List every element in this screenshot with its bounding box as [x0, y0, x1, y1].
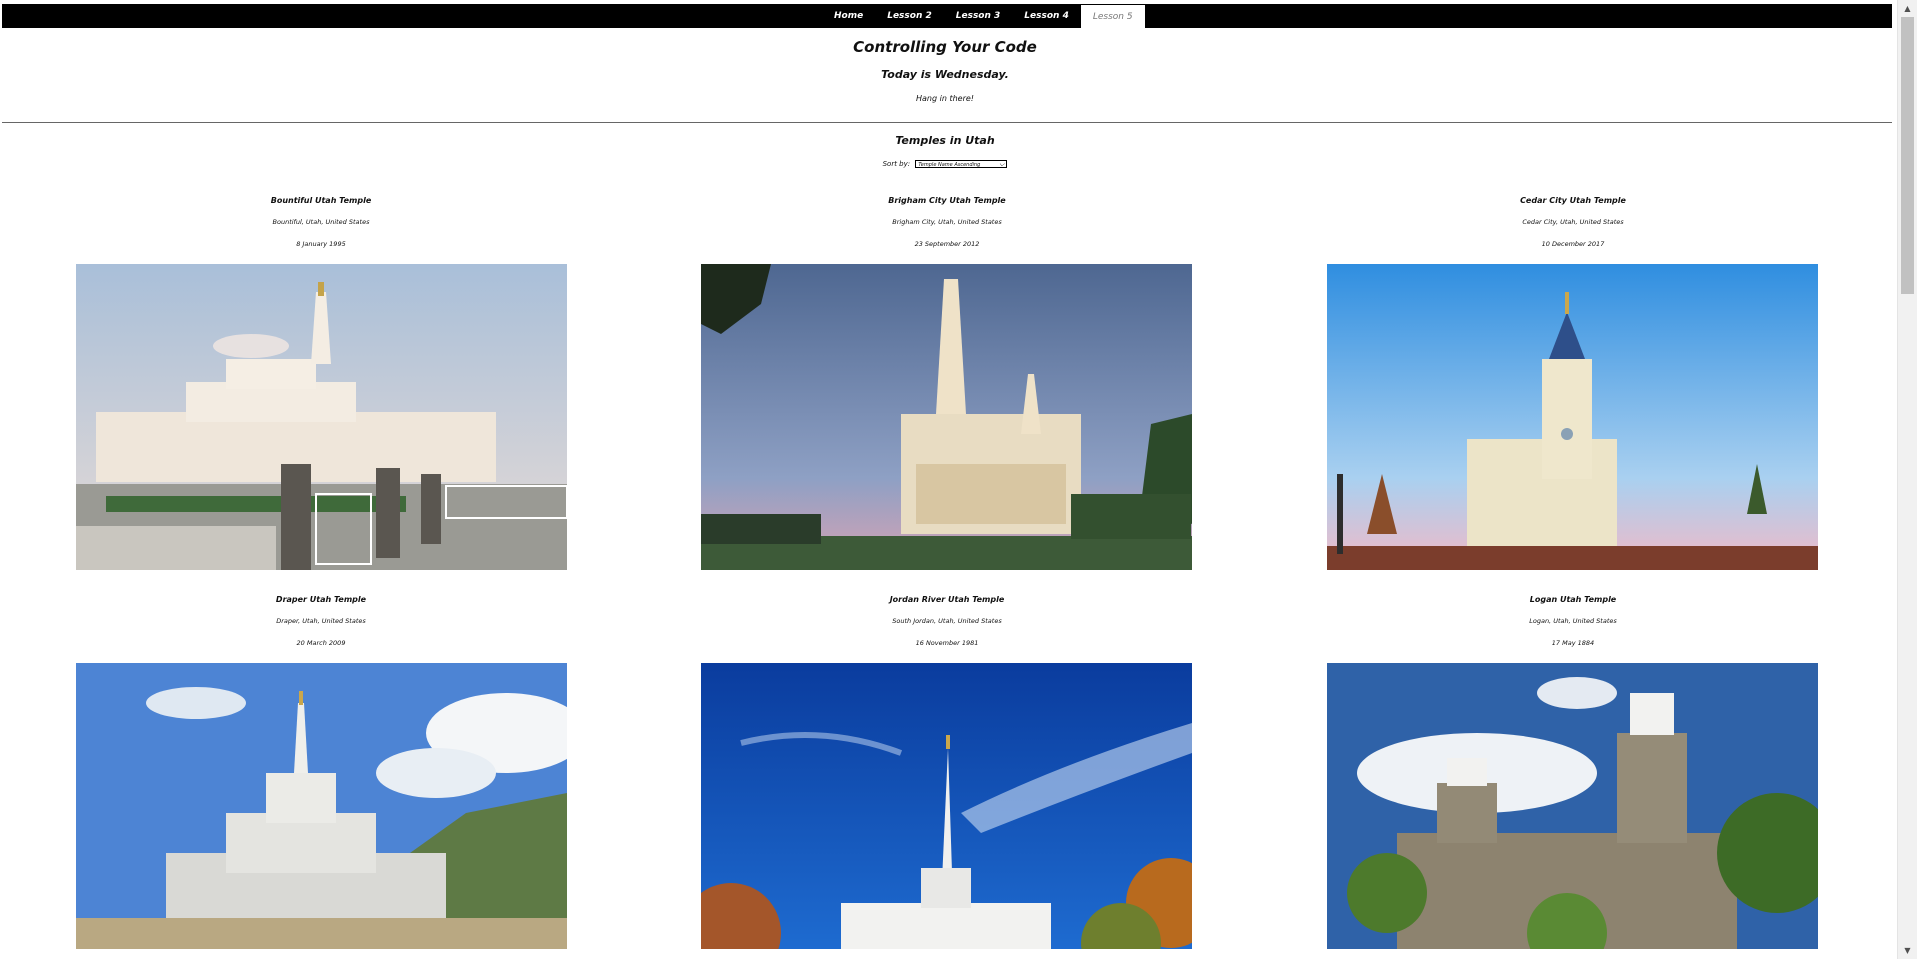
temple-photo [701, 663, 1192, 949]
nav-lesson-5[interactable]: Lesson 5 [1080, 4, 1145, 29]
nav-lesson-4[interactable]: Lesson 4 [1012, 4, 1081, 28]
top-navigation: Home Lesson 2 Lesson 3 Lesson 4 Lesson 5 [2, 4, 1892, 29]
temple-photo [76, 663, 567, 949]
temple-photo [1327, 264, 1818, 570]
temple-card: Bountiful Utah Temple Bountiful, Utah, U… [75, 196, 567, 250]
header-divider [2, 122, 1892, 123]
temple-location: Draper, Utah, United States [276, 617, 366, 625]
temple-photo [1327, 663, 1818, 949]
sort-control: Sort by: Temple Name Ascending ⌵ [0, 160, 1890, 168]
temple-name: Logan Utah Temple [1529, 595, 1617, 604]
nav-lesson-3[interactable]: Lesson 3 [944, 4, 1013, 28]
page-header: Controlling Your Code Today is Wednesday… [0, 30, 1890, 103]
temple-card: Draper Utah Temple Draper, Utah, United … [75, 595, 567, 649]
temple-name: Draper Utah Temple [275, 595, 367, 604]
arrow-up-icon[interactable]: ▲ [1898, 0, 1917, 17]
temple-photo [701, 264, 1192, 570]
jordan-river-temple-image [701, 663, 1192, 949]
temple-card: Jordan River Utah Temple South Jordan, U… [701, 595, 1193, 649]
draper-temple-image [76, 663, 567, 949]
temple-card: Logan Utah Temple Logan, Utah, United St… [1327, 595, 1819, 649]
temple-dedication-date: 16 November 1981 [915, 639, 979, 647]
temples-section-title: Temples in Utah [895, 134, 995, 147]
sort-selected-value: Temple Name Ascending [918, 162, 981, 168]
cedar-city-temple-image [1327, 264, 1818, 570]
temple-location: Logan, Utah, United States [1529, 617, 1617, 625]
temple-dedication-date: 20 March 2009 [296, 639, 346, 647]
encouragement-message: Hang in there! [916, 94, 974, 103]
scrollbar-thumb[interactable] [1901, 17, 1914, 294]
temple-dedication-date: 8 January 1995 [296, 240, 346, 248]
bountiful-temple-image [76, 264, 567, 570]
temple-dedication-date: 17 May 1884 [1551, 639, 1595, 647]
temple-name: Brigham City Utah Temple [888, 196, 1006, 205]
sort-label: Sort by: [882, 160, 911, 168]
page-title: Controlling Your Code [853, 38, 1037, 56]
temple-location: Brigham City, Utah, United States [892, 218, 1002, 226]
temple-card: Brigham City Utah Temple Brigham City, U… [701, 196, 1193, 250]
chevron-down-icon: ⌵ [999, 160, 1005, 168]
temple-dedication-date: 10 December 2017 [1541, 240, 1605, 248]
temple-location: Bountiful, Utah, United States [272, 218, 370, 226]
temple-dedication-date: 23 September 2012 [914, 240, 980, 248]
nav-lesson-2[interactable]: Lesson 2 [875, 4, 944, 28]
temple-card: Cedar City Utah Temple Cedar City, Utah,… [1327, 196, 1819, 250]
vertical-scrollbar[interactable]: ▲ ▼ [1897, 0, 1917, 959]
nav-home[interactable]: Home [822, 4, 875, 28]
sort-select[interactable]: Temple Name Ascending ⌵ [915, 160, 1008, 168]
temple-name: Jordan River Utah Temple [889, 595, 1005, 604]
temple-location: Cedar City, Utah, United States [1522, 218, 1624, 226]
temple-name: Cedar City Utah Temple [1520, 196, 1626, 205]
day-message: Today is Wednesday. [881, 68, 1009, 81]
arrow-down-icon[interactable]: ▼ [1898, 942, 1917, 959]
page: Home Lesson 2 Lesson 3 Lesson 4 Lesson 5… [0, 0, 1897, 949]
temple-photo [76, 264, 567, 570]
nav-links: Home Lesson 2 Lesson 3 Lesson 4 Lesson 5 [822, 4, 1145, 29]
temple-location: South Jordan, Utah, United States [892, 617, 1002, 625]
brigham-city-temple-image [701, 264, 1192, 570]
temple-name: Bountiful Utah Temple [270, 196, 372, 205]
logan-temple-image [1327, 663, 1818, 949]
